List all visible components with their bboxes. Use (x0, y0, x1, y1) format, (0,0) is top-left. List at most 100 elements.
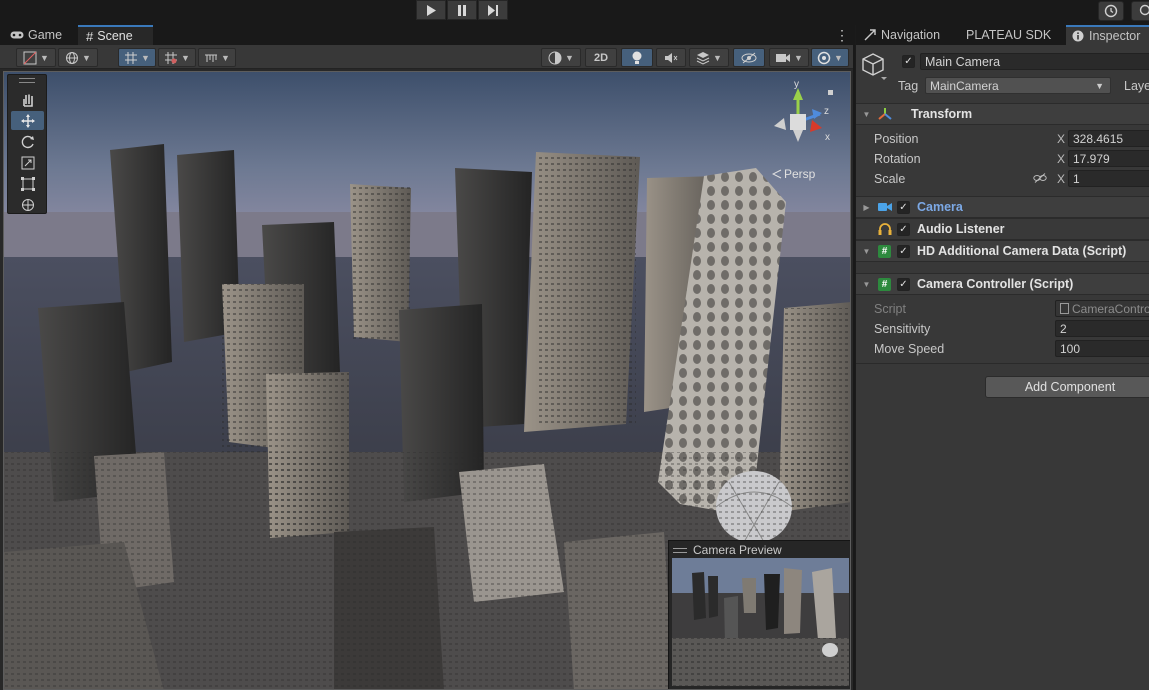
scale-x-value: 1 (1073, 171, 1080, 186)
orientation-gizmo[interactable]: y z x (764, 79, 834, 150)
scale-tool-button[interactable] (11, 153, 44, 172)
camera-preview-title: Camera Preview (693, 543, 782, 557)
tools-drag-handle[interactable] (19, 78, 35, 83)
window-menu-icon[interactable]: ⋮ (835, 27, 849, 44)
audio-listener-header[interactable]: ✓ Audio Listener (856, 218, 1149, 240)
2d-toggle[interactable]: 2D (585, 48, 617, 67)
tag-dropdown[interactable]: MainCamera ▼ (925, 77, 1111, 94)
move-arrows-icon (20, 113, 35, 128)
tab-scene[interactable]: # Scene (78, 25, 153, 45)
camera-title: Camera (917, 200, 963, 214)
gizmos-dropdown[interactable]: ▼ (811, 48, 849, 67)
fold-right-icon: ▶ (863, 202, 870, 212)
camera-enabled-checkbox[interactable]: ✓ (897, 200, 910, 214)
unlinked-scale-icon[interactable] (1033, 173, 1047, 183)
tag-label: Tag (898, 79, 919, 93)
move-speed-label: Move Speed (874, 342, 945, 356)
play-toolbar (0, 0, 1149, 25)
audio-toggle[interactable] (656, 48, 686, 67)
rect-transform-icon (20, 176, 35, 191)
transform-header[interactable]: ▼ Transform (856, 103, 1149, 125)
increment-snap-dropdown[interactable]: ▼ (158, 48, 196, 67)
audio-listener-checkbox[interactable]: ✓ (897, 222, 910, 236)
transform-icon (21, 198, 34, 211)
scale-x-field[interactable]: 1 (1068, 170, 1149, 187)
tab-navigation[interactable]: Navigation (864, 25, 940, 45)
camera-controller-header[interactable]: ▼ # ✓ Camera Controller (Script) (856, 273, 1149, 295)
lightbulb-icon (632, 51, 642, 64)
sensitivity-field[interactable]: 2 (1055, 320, 1149, 337)
headphones-icon (878, 223, 892, 235)
add-component-button[interactable]: Add Component (985, 376, 1149, 398)
camera-settings-dropdown[interactable]: ▼ (769, 48, 809, 67)
search-button[interactable] (1131, 1, 1149, 21)
perspective-icon (772, 169, 782, 179)
script-value: CameraContro (1072, 301, 1149, 316)
transform-axes-icon (878, 108, 892, 120)
pause-button[interactable] (447, 0, 477, 20)
rect-tool-button[interactable] (11, 174, 44, 193)
grid-snap-icon (125, 51, 138, 64)
scale-icon (21, 156, 34, 169)
camera-preview-header[interactable]: Camera Preview (673, 543, 782, 557)
camera-controller-checkbox[interactable]: ✓ (897, 277, 910, 291)
position-x-value: 328.4615 (1073, 131, 1124, 146)
navigation-icon (864, 29, 876, 41)
ruler-dropdown[interactable]: ▼ (198, 48, 236, 67)
effects-dropdown[interactable]: ▼ (689, 48, 729, 67)
camera-component-header[interactable]: ▶ ✓ Camera (856, 196, 1149, 218)
fold-down-icon: ▼ (862, 279, 871, 289)
move-tool-button[interactable] (11, 111, 44, 130)
rotate-icon (21, 135, 34, 148)
active-checkbox[interactable]: ✓ (902, 55, 915, 68)
scale-label: Scale (874, 172, 906, 186)
gizmo-icon (817, 51, 831, 64)
script-file-icon (1060, 303, 1069, 314)
2d-label: 2D (593, 51, 609, 64)
position-x-field[interactable]: 328.4615 (1068, 130, 1149, 147)
script-field[interactable]: CameraContro (1055, 300, 1149, 317)
step-icon (488, 4, 498, 16)
view-tool-button[interactable] (11, 90, 44, 109)
layer-label: Laye (1124, 79, 1149, 93)
camera-icon (878, 203, 892, 211)
position-x-label: X (1057, 132, 1066, 146)
lighting-toggle[interactable] (621, 48, 653, 67)
hd-camera-data-header[interactable]: ▼ # ✓ HD Additional Camera Data (Script) (856, 240, 1149, 262)
global-local-dropdown[interactable]: ▼ (58, 48, 98, 67)
history-icon (1104, 4, 1118, 18)
step-button[interactable] (478, 0, 508, 20)
play-icon (427, 4, 436, 16)
tab-game[interactable]: Game (2, 25, 70, 45)
inspector-tabs: Navigation PLATEAU SDK Inspector (856, 25, 1149, 45)
gizmo-z-label: z (824, 106, 829, 117)
visibility-toggle[interactable] (733, 48, 765, 67)
grid-snap-toggle[interactable]: ▼ (118, 48, 156, 67)
hidden-eye-icon (741, 52, 757, 63)
rotate-tool-button[interactable] (11, 132, 44, 151)
gizmo-x-label: x (825, 132, 830, 143)
audio-listener-title: Audio Listener (917, 222, 1005, 236)
divider (856, 363, 1149, 364)
camera-controller-title: Camera Controller (Script) (917, 277, 1074, 291)
scale-x-label: X (1057, 172, 1066, 186)
projection-toggle[interactable]: Persp (772, 167, 815, 181)
object-name-field[interactable]: Main Camera (920, 53, 1149, 70)
transform-tool-button[interactable] (11, 195, 44, 214)
render-mode-dropdown[interactable]: ▼ (541, 48, 581, 67)
search-icon (1139, 4, 1149, 16)
fold-down-icon: ▼ (862, 246, 871, 256)
hand-icon (22, 94, 33, 107)
tab-inspector[interactable]: Inspector (1066, 25, 1149, 45)
history-button[interactable] (1098, 1, 1124, 21)
draw-mode-dropdown[interactable]: ▼ (16, 48, 56, 67)
move-speed-field[interactable]: 100 (1055, 340, 1149, 357)
sphere-icon (548, 51, 562, 64)
tab-plateau-sdk[interactable]: PLATEAU SDK (966, 25, 1051, 45)
sensitivity-label: Sensitivity (874, 322, 931, 336)
scene-viewport[interactable]: y z x Persp Camera Preview (3, 71, 851, 690)
hd-camera-data-checkbox[interactable]: ✓ (897, 244, 910, 258)
rotation-x-field[interactable]: 17.979 (1068, 150, 1149, 167)
play-button[interactable] (416, 0, 446, 20)
video-camera-icon (776, 53, 791, 62)
